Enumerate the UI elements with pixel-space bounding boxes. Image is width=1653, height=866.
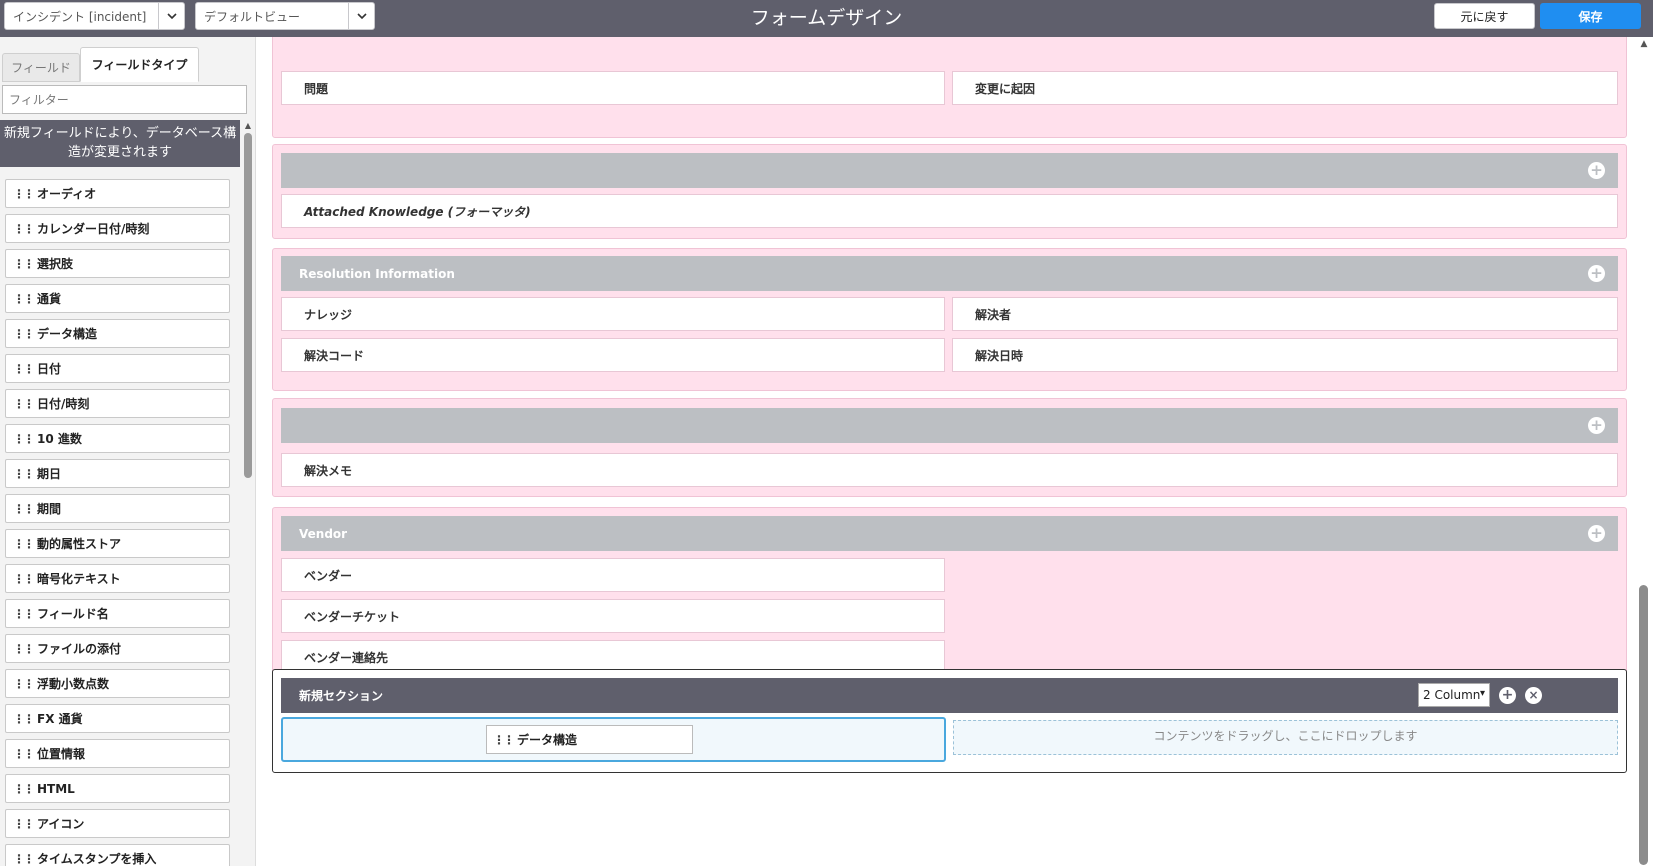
list-item[interactable]: ⋮⋮ FX 通貨	[5, 704, 230, 733]
drag-handle-icon[interactable]: ⋮⋮	[13, 432, 35, 446]
drop-zone-right[interactable]: コンテンツをドラッグし、ここにドロップします	[953, 720, 1618, 755]
list-item[interactable]: ⋮⋮ ファイルの添付	[5, 634, 230, 663]
list-item[interactable]: ⋮⋮ 日付/時刻	[5, 389, 230, 418]
filter-input[interactable]: フィルター	[2, 85, 247, 114]
form-field-resolution-notes[interactable]: 解決メモ	[281, 453, 1618, 487]
list-item[interactable]: ⋮⋮ フィールド名	[5, 599, 230, 628]
form-field-resolved-at[interactable]: 解決日時	[952, 338, 1618, 372]
scroll-up-icon[interactable]: ▲	[243, 121, 253, 131]
drag-handle-icon[interactable]: ⋮⋮	[13, 502, 35, 516]
list-item[interactable]: ⋮⋮ タイムスタンプを挿入	[5, 844, 230, 866]
revert-button[interactable]: 元に戻す	[1434, 3, 1535, 29]
table-select-value: インシデント [incident]	[13, 9, 147, 24]
list-item[interactable]: ⋮⋮ データ構造	[5, 319, 230, 348]
drag-handle-icon[interactable]: ⋮⋮	[13, 537, 35, 551]
form-designer-header: インシデント [incident] デフォルトビュー フォームデザイン 元に戻す…	[0, 0, 1653, 37]
list-item[interactable]: ⋮⋮ 選択肢	[5, 249, 230, 278]
form-field-attached-knowledge[interactable]: Attached Knowledge (フォーマッタ)	[281, 194, 1618, 228]
add-icon[interactable]: +	[1499, 687, 1516, 704]
scrollbar-thumb[interactable]	[244, 133, 252, 478]
list-item[interactable]: ⋮⋮ 期間	[5, 494, 230, 523]
section-header[interactable]: Vendor +	[281, 516, 1618, 551]
chevron-down-icon: ▾	[1479, 688, 1485, 699]
drag-handle-icon[interactable]: ⋮⋮	[13, 397, 35, 411]
sidebar-scrollbar[interactable]: ▲	[243, 121, 253, 866]
table-select[interactable]: インシデント [incident]	[4, 2, 185, 30]
drag-handle-icon[interactable]: ⋮⋮	[13, 467, 35, 481]
schema-change-notice: 新規フィールドにより、データベース構造が変更されます	[0, 120, 240, 167]
dragged-field[interactable]: ⋮⋮ データ構造	[486, 725, 693, 754]
drop-zone-left[interactable]: ⋮⋮ データ構造	[281, 717, 946, 762]
form-section: Resolution Information + ナレッジ 解決者 解決コード …	[272, 248, 1627, 391]
section-header[interactable]: +	[281, 408, 1618, 443]
view-select[interactable]: デフォルトビュー	[195, 2, 375, 30]
scrollbar-thumb[interactable]	[1639, 585, 1648, 865]
form-field-resolved-by[interactable]: 解決者	[952, 297, 1618, 331]
close-icon[interactable]: ×	[1525, 687, 1542, 704]
add-icon[interactable]: +	[1588, 162, 1605, 179]
add-icon[interactable]: +	[1588, 265, 1605, 282]
form-field-resolution-code[interactable]: 解決コード	[281, 338, 945, 372]
drag-handle-icon[interactable]: ⋮⋮	[13, 817, 35, 831]
form-field-vendor[interactable]: ベンダー	[281, 558, 945, 592]
section-title: Resolution Information	[299, 266, 455, 281]
drag-handle-icon[interactable]: ⋮⋮	[13, 362, 35, 376]
tab-field-types[interactable]: フィールドタイプ	[80, 47, 199, 82]
list-item[interactable]: ⋮⋮ HTML	[5, 774, 230, 803]
drag-handle-icon[interactable]: ⋮⋮	[13, 642, 35, 656]
list-item[interactable]: ⋮⋮ 浮動小数点数	[5, 669, 230, 698]
add-icon[interactable]: +	[1588, 525, 1605, 542]
palette-tabs: フィールド フィールドタイプ	[0, 47, 255, 82]
form-canvas: 問題 変更に起因 + Attached Knowledge (フォーマッタ) R…	[262, 37, 1653, 866]
list-item[interactable]: ⋮⋮ 日付	[5, 354, 230, 383]
tab-fields[interactable]: フィールド	[2, 53, 80, 82]
list-item[interactable]: ⋮⋮ 通貨	[5, 284, 230, 313]
field-palette: フィールド フィールドタイプ フィルター 新規フィールドにより、データベース構造…	[0, 37, 256, 866]
form-section: 問題 変更に起因	[272, 37, 1627, 138]
save-button[interactable]: 保存	[1540, 3, 1641, 29]
list-item[interactable]: ⋮⋮ カレンダー日付/時刻	[5, 214, 230, 243]
drag-handle-icon[interactable]: ⋮⋮	[13, 222, 35, 236]
drag-handle-icon[interactable]: ⋮⋮	[13, 782, 35, 796]
drag-handle-icon[interactable]: ⋮⋮	[13, 292, 35, 306]
drag-handle-icon[interactable]: ⋮⋮	[13, 607, 35, 621]
form-section: + 解決メモ	[272, 398, 1627, 497]
canvas-scrollbar[interactable]: ▲	[1637, 37, 1651, 866]
new-section: 新規セクション 2 Column ▾ + × ⋮⋮ データ構造 コンテンツをドラ…	[272, 669, 1627, 773]
list-item[interactable]: ⋮⋮ 期日	[5, 459, 230, 488]
column-layout-select[interactable]: 2 Column ▾	[1418, 683, 1490, 707]
form-section: + Attached Knowledge (フォーマッタ)	[272, 144, 1627, 239]
section-header[interactable]: Resolution Information +	[281, 256, 1618, 291]
form-field-caused-by-change[interactable]: 変更に起因	[952, 71, 1618, 105]
section-title: Vendor	[299, 526, 348, 541]
form-field-problem[interactable]: 問題	[281, 71, 945, 105]
drag-handle-icon[interactable]: ⋮⋮	[13, 747, 35, 761]
scroll-up-icon[interactable]: ▲	[1637, 39, 1651, 49]
drag-handle-icon[interactable]: ⋮⋮	[13, 677, 35, 691]
list-item[interactable]: ⋮⋮ 10 進数	[5, 424, 230, 453]
view-select-value: デフォルトビュー	[204, 9, 301, 24]
form-field-vendor-ticket[interactable]: ベンダーチケット	[281, 599, 945, 633]
drag-handle-icon[interactable]: ⋮⋮	[13, 327, 35, 341]
list-item[interactable]: ⋮⋮ 位置情報	[5, 739, 230, 768]
list-item[interactable]: ⋮⋮ 暗号化テキスト	[5, 564, 230, 593]
chevron-down-icon[interactable]	[348, 3, 374, 29]
drag-handle-icon[interactable]: ⋮⋮	[13, 257, 35, 271]
section-title[interactable]: 新規セクション	[299, 687, 383, 704]
form-section: Vendor + ベンダー ベンダーチケット ベンダー連絡先	[272, 507, 1627, 689]
drag-handle-icon[interactable]: ⋮⋮	[13, 852, 35, 866]
list-item[interactable]: ⋮⋮ 動的属性ストア	[5, 529, 230, 558]
list-item[interactable]: ⋮⋮ オーディオ	[5, 179, 230, 208]
drag-handle-icon[interactable]: ⋮⋮	[13, 712, 35, 726]
form-field-knowledge[interactable]: ナレッジ	[281, 297, 945, 331]
drag-handle-icon[interactable]: ⋮⋮	[13, 187, 35, 201]
drag-handle-icon[interactable]: ⋮⋮	[493, 733, 515, 747]
chevron-down-icon[interactable]	[158, 3, 184, 29]
section-header[interactable]: 新規セクション 2 Column ▾ + ×	[281, 678, 1618, 713]
add-icon[interactable]: +	[1588, 417, 1605, 434]
drag-handle-icon[interactable]: ⋮⋮	[13, 572, 35, 586]
section-header[interactable]: +	[281, 153, 1618, 188]
list-item[interactable]: ⋮⋮ アイコン	[5, 809, 230, 838]
